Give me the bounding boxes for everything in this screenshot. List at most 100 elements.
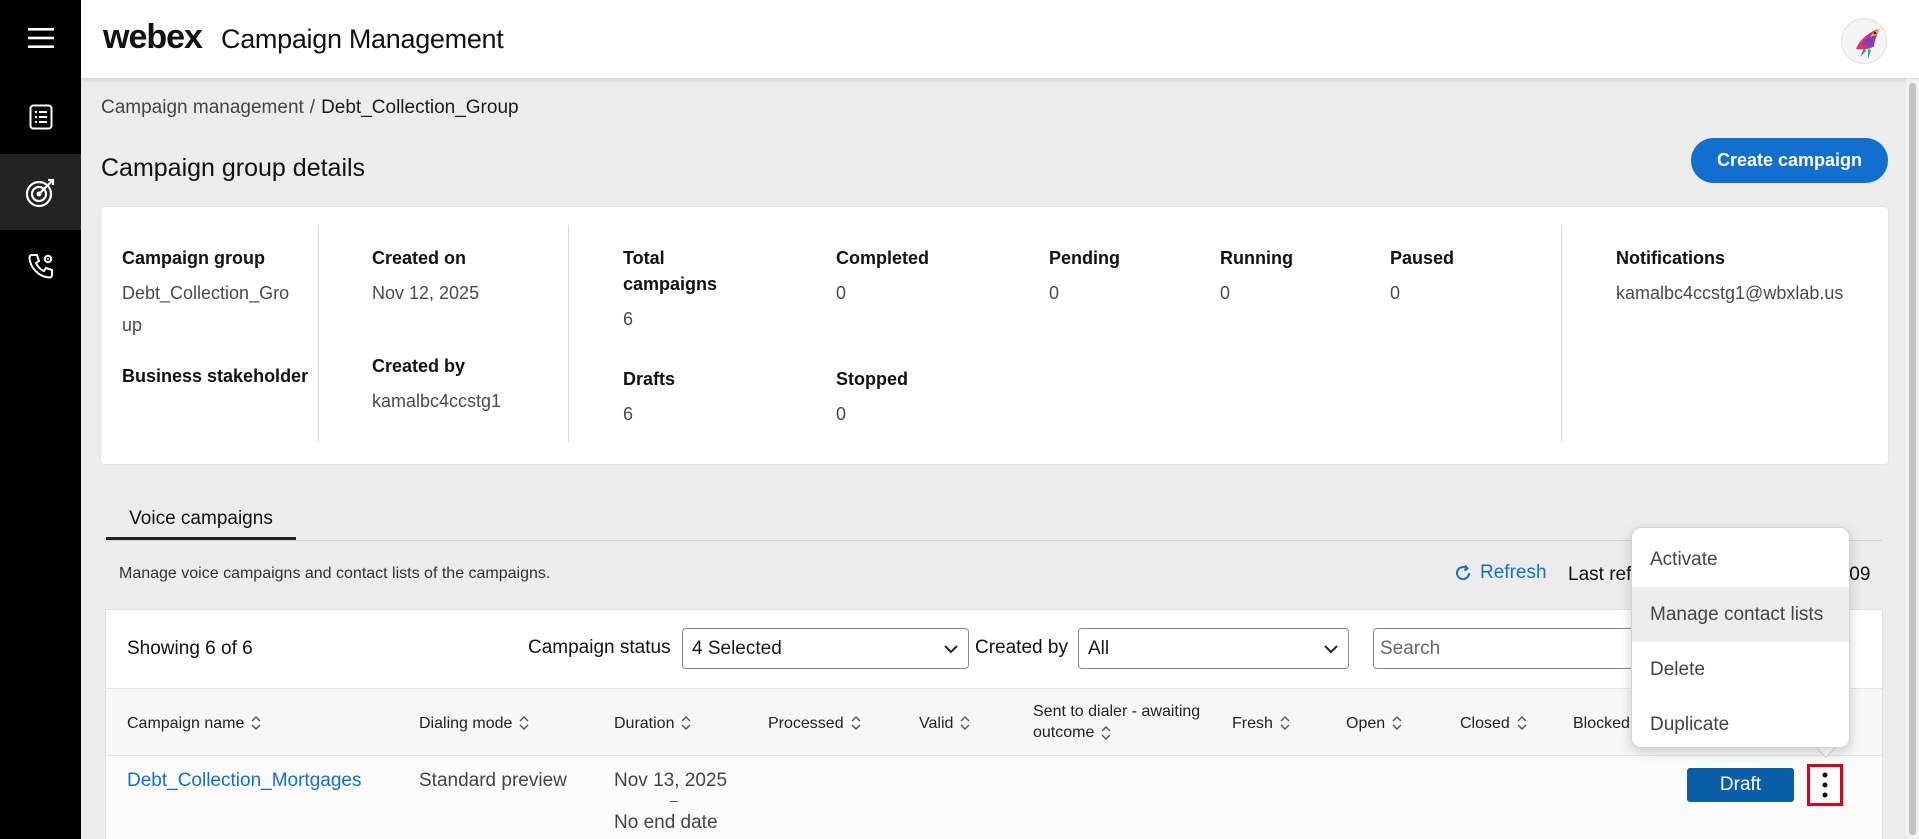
webex-logo: webex bbox=[103, 18, 203, 56]
menu-item-manage-contact-lists[interactable]: Manage contact lists bbox=[1632, 587, 1849, 642]
created-on-label: Created on bbox=[372, 248, 467, 268]
sort-icon bbox=[251, 716, 261, 730]
running-label: Running bbox=[1220, 248, 1293, 268]
column-header-label: Fresh bbox=[1232, 714, 1273, 732]
menu-item-duplicate[interactable]: Duplicate bbox=[1632, 697, 1849, 752]
chevron-down-icon bbox=[1324, 644, 1338, 653]
column-header-blocked[interactable]: Blocked bbox=[1573, 689, 1630, 757]
tab-underline-divider bbox=[106, 540, 1882, 541]
dialing-mode-cell: Standard preview bbox=[419, 770, 567, 791]
sort-icon bbox=[1101, 725, 1111, 740]
created-by-filter-value: All bbox=[1088, 637, 1110, 659]
avatar-bird-icon bbox=[1856, 29, 1880, 59]
duration-start-cell: Nov 13, 2025 bbox=[614, 770, 728, 791]
voice-campaigns-table-card: Showing 6 of 6 Campaign status 4 Selecte… bbox=[106, 610, 1882, 839]
column-header-valid[interactable]: Valid bbox=[919, 689, 970, 757]
business-stakeholder-label: Business stakeholder bbox=[122, 366, 309, 386]
completed-value: 0 bbox=[836, 283, 847, 303]
nav-campaigns-button[interactable] bbox=[0, 154, 81, 230]
hamburger-icon bbox=[27, 28, 54, 48]
scrollbar-thumb[interactable] bbox=[1909, 83, 1916, 835]
column-header-fresh[interactable]: Fresh bbox=[1232, 689, 1290, 757]
column-header-processed[interactable]: Processed bbox=[768, 689, 861, 757]
drafts-label: Drafts bbox=[623, 369, 676, 389]
notifications-label: Notifications bbox=[1616, 248, 1726, 268]
sort-icon bbox=[1517, 716, 1527, 730]
details-divider bbox=[1561, 225, 1562, 442]
refresh-button[interactable]: Refresh bbox=[1454, 562, 1547, 584]
column-header-label: Processed bbox=[768, 714, 844, 732]
column-header-label: Closed bbox=[1460, 714, 1510, 732]
paused-value: 0 bbox=[1390, 283, 1401, 303]
created-by-select[interactable]: All bbox=[1078, 628, 1349, 669]
nav-list-button[interactable] bbox=[0, 79, 81, 155]
user-avatar[interactable] bbox=[1841, 18, 1887, 64]
total-campaigns-label-line1: Total bbox=[623, 248, 665, 268]
column-header-sent-to-dialer[interactable]: Sent to dialer - awaiting outcome bbox=[1033, 689, 1200, 757]
row-actions-button[interactable] bbox=[1807, 764, 1843, 806]
campaign-group-value-line1: Debt_Collection_Gro bbox=[122, 283, 290, 303]
created-by-label: Created by bbox=[372, 356, 466, 376]
create-campaign-button[interactable]: Create campaign bbox=[1691, 138, 1888, 183]
campaign-status-select[interactable]: 4 Selected bbox=[682, 628, 969, 669]
drafts-value: 6 bbox=[623, 404, 634, 424]
hamburger-menu-button[interactable] bbox=[0, 0, 81, 76]
column-header-label: Dialing mode bbox=[419, 714, 513, 732]
created-on-value: Nov 12, 2025 bbox=[372, 283, 480, 303]
breadcrumb: Campaign management / Debt_Collection_Grou… bbox=[101, 97, 519, 119]
breadcrumb-parent-link[interactable]: Campaign management bbox=[101, 97, 304, 118]
more-vertical-icon bbox=[1822, 772, 1828, 798]
column-header-open[interactable]: Open bbox=[1346, 689, 1402, 757]
campaign-status-label: Campaign status bbox=[528, 637, 671, 658]
app-header: webex Campaign Management bbox=[81, 0, 1919, 79]
column-header-duration[interactable]: Duration bbox=[614, 689, 691, 757]
search-input[interactable] bbox=[1373, 628, 1643, 669]
showing-count: Showing 6 of 6 bbox=[127, 638, 253, 659]
phone-settings-icon bbox=[27, 254, 53, 279]
stopped-label: Stopped bbox=[836, 369, 908, 389]
refresh-icon bbox=[1456, 564, 1471, 581]
table-row: Debt_Collection_Mortgages Standard previ… bbox=[106, 756, 1882, 839]
page-title: Campaign group details bbox=[101, 154, 366, 182]
details-divider bbox=[318, 225, 319, 442]
list-document-icon bbox=[29, 104, 52, 130]
column-header-label: Duration bbox=[614, 714, 675, 732]
sort-icon bbox=[960, 716, 970, 730]
created-by-filter-label: Created by bbox=[975, 637, 1068, 658]
nav-call-settings-button[interactable] bbox=[0, 228, 81, 304]
stopped-value: 0 bbox=[836, 404, 847, 424]
campaign-group-value-line2: up bbox=[122, 315, 143, 335]
column-header-label: Campaign name bbox=[127, 714, 245, 732]
table-header-row: Campaign name Dialing mode Duration Proc… bbox=[106, 688, 1882, 756]
tab-voice-campaigns[interactable]: Voice campaigns bbox=[106, 498, 296, 540]
menu-item-delete[interactable]: Delete bbox=[1632, 642, 1849, 697]
duration-end-cell: No end date bbox=[614, 812, 718, 833]
duration-dash: – bbox=[670, 792, 678, 808]
column-header-label: Valid bbox=[919, 714, 954, 732]
breadcrumb-current: Debt_Collection_Group bbox=[321, 97, 519, 118]
sort-icon bbox=[851, 716, 861, 730]
column-header-campaign-name[interactable]: Campaign name bbox=[127, 689, 261, 757]
menu-item-activate[interactable]: Activate bbox=[1632, 532, 1849, 587]
running-value: 0 bbox=[1220, 283, 1231, 303]
campaign-status-value: 4 Selected bbox=[692, 637, 782, 659]
column-header-dialing-mode[interactable]: Dialing mode bbox=[419, 689, 529, 757]
refresh-label: Refresh bbox=[1480, 562, 1547, 583]
campaign-group-label: Campaign group bbox=[122, 248, 265, 268]
campaign-name-link[interactable]: Debt_Collection_Mortgages bbox=[127, 770, 361, 792]
pending-value: 0 bbox=[1049, 283, 1060, 303]
sort-icon bbox=[681, 716, 691, 730]
column-header-label: Blocked bbox=[1573, 714, 1630, 732]
column-header-label: Open bbox=[1346, 714, 1386, 732]
completed-label: Completed bbox=[836, 248, 930, 268]
details-divider bbox=[568, 225, 569, 442]
campaign-group-details-card: Campaign group Debt_Collection_Gro up Bu… bbox=[101, 207, 1888, 464]
column-header-closed[interactable]: Closed bbox=[1460, 689, 1527, 757]
voice-campaigns-description: Manage voice campaigns and contact lists… bbox=[119, 565, 551, 582]
total-campaigns-value: 6 bbox=[623, 309, 634, 329]
page-scrollbar[interactable] bbox=[1906, 79, 1919, 839]
status-badge: Draft bbox=[1687, 768, 1794, 802]
sort-icon bbox=[1392, 716, 1402, 730]
left-nav-rail bbox=[0, 0, 81, 839]
sort-icon bbox=[1280, 716, 1290, 730]
